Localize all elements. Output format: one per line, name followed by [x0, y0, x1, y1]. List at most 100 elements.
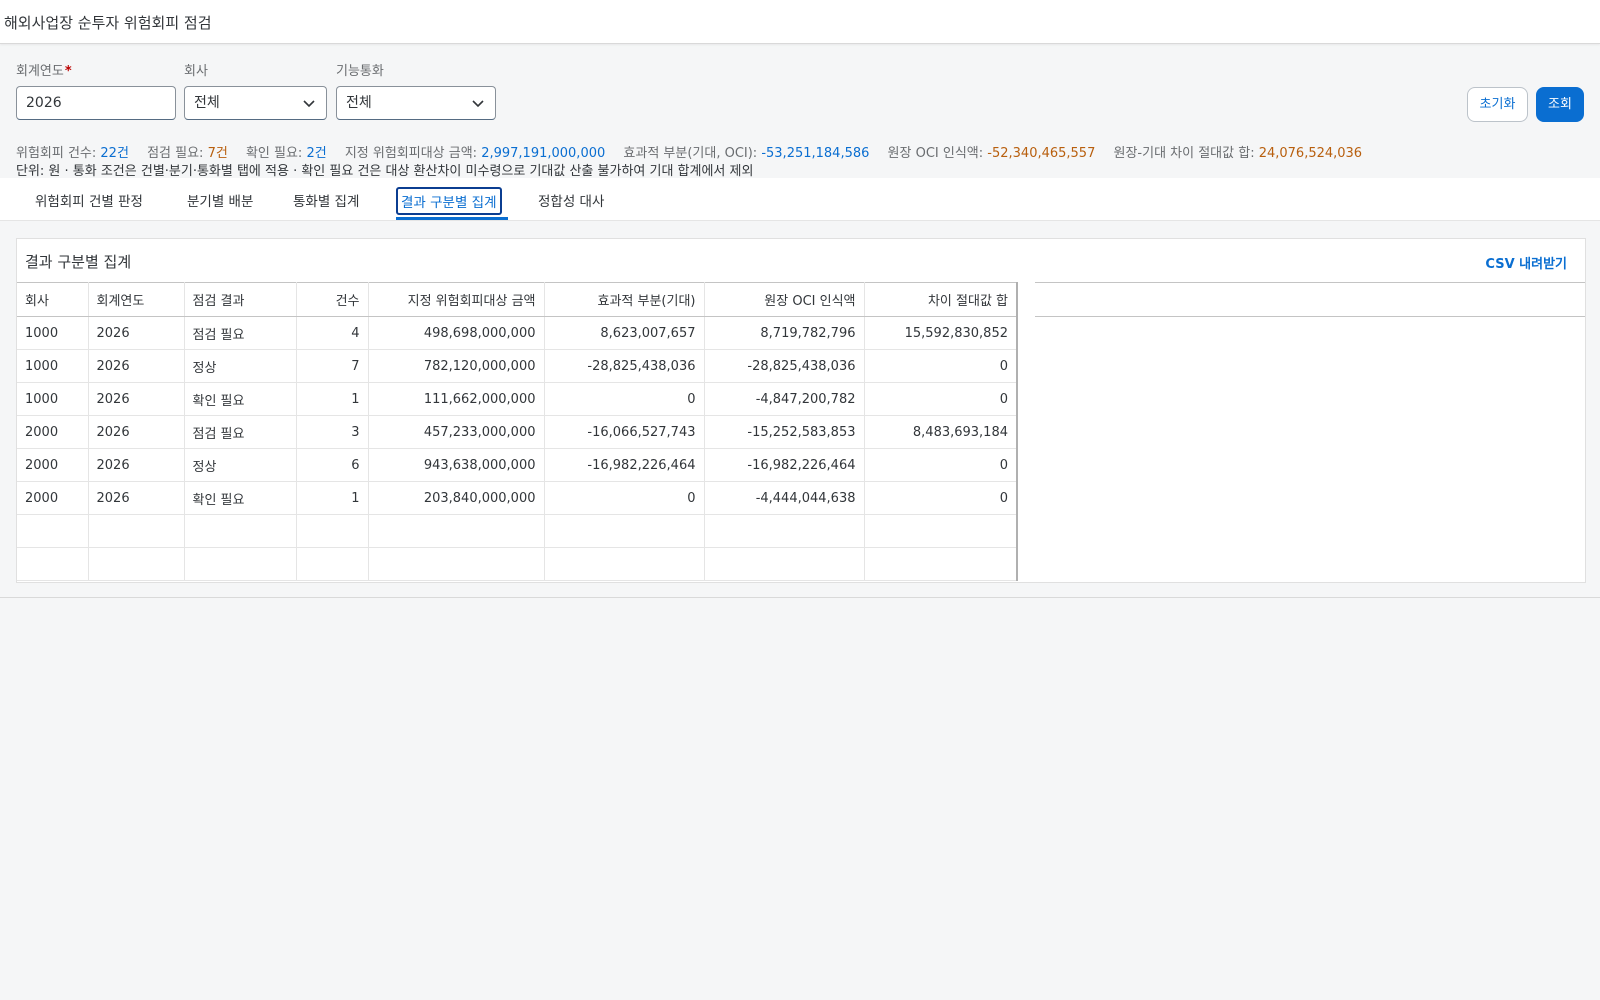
unit-note: 단위: 원 · 통화 조건은 건별·분기·통화별 탭에 적용 · 확인 필요 건… [16, 164, 754, 179]
cell-count: 6 [296, 448, 369, 482]
cell-year: 2026 [88, 448, 185, 482]
currency-select[interactable]: 전체 [336, 86, 496, 120]
summary-hedged-amount: 지정 위험회피대상 금액: 2,997,191,000,000 [344, 146, 606, 161]
cell-company: 1000 [17, 382, 89, 416]
year-input[interactable]: 2026 [16, 86, 176, 120]
active-tab-indicator [396, 217, 508, 220]
summary-ledger-oci: 원장 OCI 인식액: -52,340,465,557 [887, 146, 1096, 161]
empty-row [17, 514, 1018, 548]
cell-effective: 0 [544, 382, 705, 416]
chevron-down-icon [472, 100, 484, 108]
result-summary-panel: 결과 구분별 집계 CSV 내려받기 회사 회계연도 점검 결과 건수 지정 위… [16, 238, 1586, 583]
table-row[interactable]: 2000 2026 확인 필요 1 203,840,000,000 0 -4,4… [17, 481, 1018, 515]
cell-ledger-oci: -15,252,583,853 [704, 415, 865, 449]
cell-result: 정상 [184, 448, 297, 482]
panel-title: 결과 구분별 집계 [25, 253, 132, 271]
cell-ledger-oci: -16,982,226,464 [704, 448, 865, 482]
summary-needs-review: 점검 필요: 7건 [147, 146, 228, 161]
cell-company: 2000 [17, 415, 89, 449]
cell-year: 2026 [88, 382, 185, 416]
col-year[interactable]: 회계연도 [88, 282, 185, 317]
col-company[interactable]: 회사 [17, 282, 89, 317]
cell-hedged-amount: 457,233,000,000 [368, 415, 545, 449]
cell-result: 점검 필요 [184, 415, 297, 449]
table-header-row: 회사 회계연도 점검 결과 건수 지정 위험회피대상 금액 효과적 부분(기대)… [17, 282, 1018, 317]
app-header: 해외사업장 순투자 위험회피 점검 [0, 0, 1600, 44]
cell-abs-diff: 15,592,830,852 [864, 316, 1018, 350]
cell-effective: 0 [544, 481, 705, 515]
col-ledger-oci[interactable]: 원장 OCI 인식액 [704, 282, 865, 317]
cell-count: 3 [296, 415, 369, 449]
cell-hedged-amount: 111,662,000,000 [368, 382, 545, 416]
table-row[interactable]: 1000 2026 정상 7 782,120,000,000 -28,825,4… [17, 349, 1018, 383]
summary-needs-check: 확인 필요: 2건 [245, 146, 327, 161]
cell-hedged-amount: 782,120,000,000 [368, 349, 545, 383]
summary-effective-portion: 효과적 부분(기대, OCI): -53,251,184,586 [623, 146, 870, 161]
reset-button[interactable]: 초기화 [1467, 87, 1528, 122]
summary-bar: 위험회피 건수: 22건 점검 필요: 7건 확인 필요: 2건 지정 위험회피… [16, 142, 1376, 161]
summary-hedge-count: 위험회피 건수: 22건 [16, 146, 129, 161]
cell-abs-diff: 0 [864, 382, 1018, 416]
company-select[interactable]: 전체 [184, 86, 327, 120]
cell-count: 7 [296, 349, 369, 383]
cell-ledger-oci: -4,847,200,782 [704, 382, 865, 416]
tab-bar: 위험회피 건별 판정 분기별 배분 통화별 집계 결과 구분별 집계 정합성 대… [0, 178, 1600, 221]
cell-year: 2026 [88, 316, 185, 350]
cell-year: 2026 [88, 349, 185, 383]
cell-ledger-oci: 8,719,782,796 [704, 316, 865, 350]
cell-abs-diff: 0 [864, 481, 1018, 515]
cell-abs-diff: 8,483,693,184 [864, 415, 1018, 449]
cell-count: 4 [296, 316, 369, 350]
table-row[interactable]: 1000 2026 확인 필요 1 111,662,000,000 0 -4,8… [17, 382, 1018, 416]
col-count[interactable]: 건수 [296, 282, 369, 317]
search-button[interactable]: 조회 [1536, 87, 1584, 122]
tab-hedge-item[interactable]: 위험회피 건별 판정 [35, 190, 143, 210]
tab-reconciliation[interactable]: 정합성 대사 [538, 190, 604, 210]
col-hedged-amount[interactable]: 지정 위험회피대상 금액 [368, 282, 545, 317]
cell-hedged-amount: 498,698,000,000 [368, 316, 545, 350]
csv-download-link[interactable]: CSV 내려받기 [1485, 253, 1567, 272]
cell-year: 2026 [88, 415, 185, 449]
tab-by-currency[interactable]: 통화별 집계 [293, 190, 359, 210]
cell-company: 2000 [17, 481, 89, 515]
tab-quarterly[interactable]: 분기별 배분 [187, 190, 253, 210]
cell-effective: -16,982,226,464 [544, 448, 705, 482]
cell-result: 점검 필요 [184, 316, 297, 350]
currency-label: 기능통화 [336, 64, 384, 79]
cell-company: 1000 [17, 316, 89, 350]
year-label: 회계연도* [16, 64, 72, 79]
table-row[interactable]: 2000 2026 정상 6 943,638,000,000 -16,982,2… [17, 448, 1018, 482]
cell-count: 1 [296, 481, 369, 515]
page-divider [0, 597, 1600, 598]
cell-abs-diff: 0 [864, 448, 1018, 482]
tab-by-result[interactable]: 결과 구분별 집계 [396, 187, 502, 215]
cell-result: 정상 [184, 349, 297, 383]
cell-effective: 8,623,007,657 [544, 316, 705, 350]
cell-count: 1 [296, 382, 369, 416]
cell-company: 1000 [17, 349, 89, 383]
cell-hedged-amount: 203,840,000,000 [368, 481, 545, 515]
table-row[interactable]: 2000 2026 점검 필요 3 457,233,000,000 -16,06… [17, 415, 1018, 449]
empty-row [17, 547, 1018, 581]
col-abs-diff[interactable]: 차이 절대값 합 [864, 282, 1018, 317]
cell-ledger-oci: -28,825,438,036 [704, 349, 865, 383]
cell-result: 확인 필요 [184, 481, 297, 515]
cell-result: 확인 필요 [184, 382, 297, 416]
col-result[interactable]: 점검 결과 [184, 282, 297, 317]
cell-effective: -28,825,438,036 [544, 349, 705, 383]
cell-year: 2026 [88, 481, 185, 515]
cell-effective: -16,066,527,743 [544, 415, 705, 449]
result-table: 회사 회계연도 점검 결과 건수 지정 위험회피대상 금액 효과적 부분(기대)… [17, 282, 1018, 581]
grid-empty-header-area [1035, 282, 1585, 317]
table-row[interactable]: 1000 2026 점검 필요 4 498,698,000,000 8,623,… [17, 316, 1018, 350]
cell-abs-diff: 0 [864, 349, 1018, 383]
col-effective[interactable]: 효과적 부분(기대) [544, 282, 705, 317]
cell-hedged-amount: 943,638,000,000 [368, 448, 545, 482]
required-mark: * [64, 64, 72, 79]
page-title: 해외사업장 순투자 위험회피 점검 [4, 14, 212, 32]
cell-company: 2000 [17, 448, 89, 482]
company-label: 회사 [184, 64, 208, 79]
chevron-down-icon [303, 100, 315, 108]
summary-abs-diff: 원장-기대 차이 절대값 합: 24,076,524,036 [1113, 146, 1363, 161]
cell-ledger-oci: -4,444,044,638 [704, 481, 865, 515]
